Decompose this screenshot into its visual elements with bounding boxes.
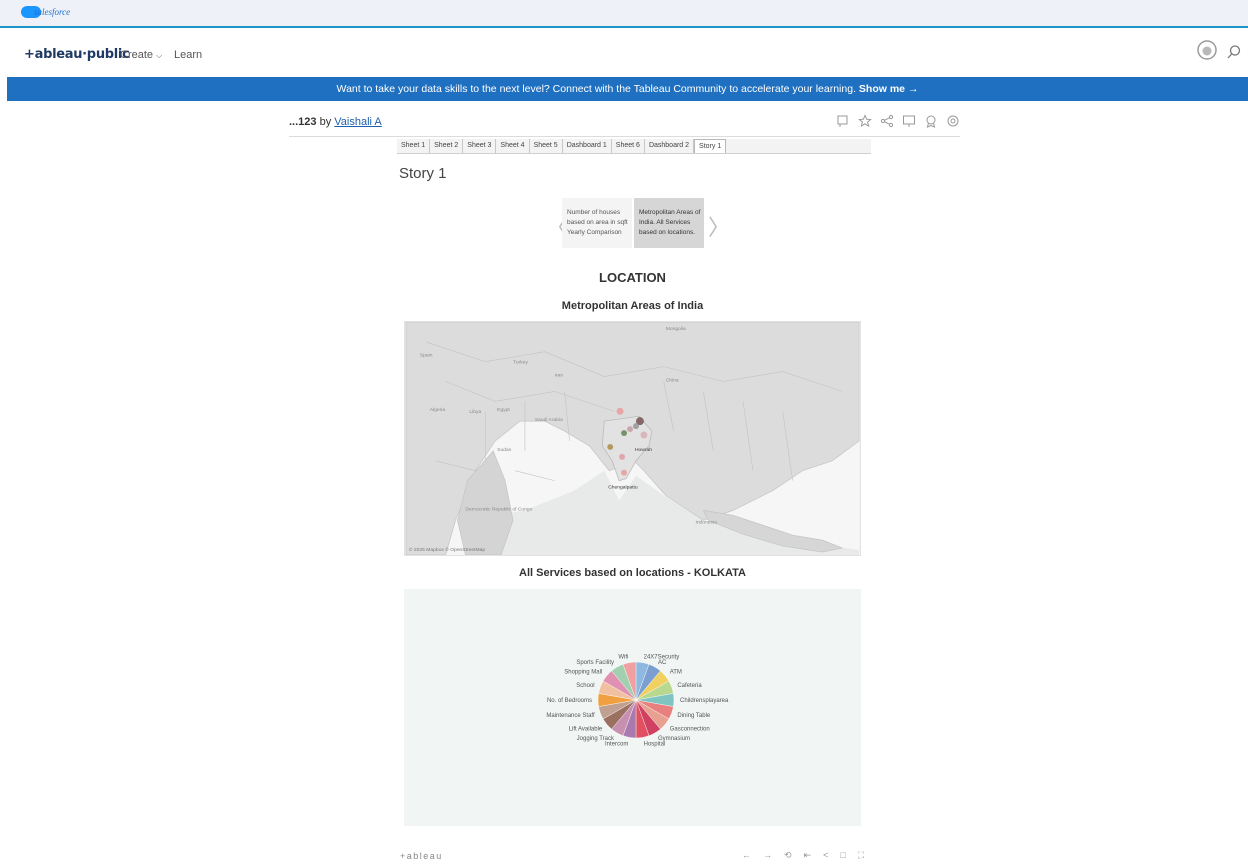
- chevron-right-icon[interactable]: 〉: [708, 210, 730, 242]
- tableau-public-logo[interactable]: +ableau·public: [24, 47, 130, 62]
- tab-sheet-4[interactable]: Sheet 4: [496, 139, 530, 153]
- tab-sheet-5[interactable]: Sheet 5: [530, 139, 563, 153]
- share-icon[interactable]: [880, 114, 894, 128]
- banner-text: Want to take your data skills to the nex…: [336, 83, 856, 95]
- viz-name: ...123: [289, 116, 317, 128]
- tab-sheet-1[interactable]: Sheet 1: [397, 139, 431, 153]
- map-label-sudan: Sudan: [497, 447, 512, 453]
- pie-chart-panel: 24X7Security AC ATM Cafeteria Childrensplaya…: [404, 589, 861, 826]
- tableau-footer-logo[interactable]: +ableau: [400, 851, 443, 861]
- download-icon[interactable]: [902, 114, 916, 128]
- pie-slice-label: Childrensplayarea: [680, 698, 729, 704]
- map-city-howrah: Howrah: [635, 447, 652, 453]
- tab-sheet-2[interactable]: Sheet 2: [430, 139, 464, 153]
- map-city-chengalpattu: Chengalpattu: [608, 485, 638, 491]
- favorite-icon[interactable]: [858, 114, 872, 128]
- map-view[interactable]: Spain Turkey Iran China Algeria Libya Eg…: [404, 321, 861, 556]
- pie-slice-label: Wifi: [618, 655, 628, 661]
- badge-icon[interactable]: [924, 114, 938, 128]
- map-dot[interactable]: [607, 443, 614, 450]
- pie-slice-label: Lift Available: [569, 726, 603, 732]
- share-icon[interactable]: <: [823, 850, 828, 861]
- footer-toolbar: ← → ⟲ ⇤ < □ ⛶: [742, 850, 864, 861]
- map-label-turkey: Turkey: [513, 360, 528, 366]
- fullscreen-icon[interactable]: ⛶: [858, 850, 864, 861]
- salesforce-bar: [0, 0, 1248, 28]
- nav-learn[interactable]: Learn: [174, 49, 202, 61]
- pie-slice-label: Jogging Track: [577, 736, 615, 742]
- map-label-mongolia: Mongolia: [666, 326, 686, 332]
- arrow-right-icon[interactable]: →: [908, 83, 919, 95]
- pie-slice-label: Dining Table: [677, 713, 711, 719]
- section-title: LOCATION: [599, 270, 666, 285]
- nav-create[interactable]: Create ⌵: [120, 49, 162, 61]
- pie-slice-label: AC: [658, 660, 667, 666]
- pie-slice-label: ATM: [670, 670, 682, 676]
- pie-slice-label: Shopping Mall: [564, 670, 602, 676]
- pie-slice-label: Intercom: [605, 741, 628, 747]
- show-me-link[interactable]: Show me: [859, 83, 905, 95]
- map-dot[interactable]: [627, 426, 633, 433]
- comment-icon[interactable]: □: [840, 850, 845, 861]
- nav-create-label: Create: [120, 49, 154, 61]
- map-label-indonesia: Indonesia: [695, 519, 717, 525]
- revert-icon[interactable]: ⟲: [784, 850, 792, 861]
- tab-sheet-6[interactable]: Sheet 6: [612, 139, 645, 153]
- map-dot[interactable]: [621, 430, 628, 437]
- pie-slice-label: Gasconnection: [670, 726, 710, 732]
- map-dot[interactable]: [632, 423, 639, 430]
- pie-slice-label: Maintenance Staff: [546, 713, 595, 719]
- tab-dashboard-1[interactable]: Dashboard 1: [563, 139, 612, 153]
- map-label-egypt: Egypt: [497, 407, 510, 413]
- map-attribution: © 2025 Mapbox © OpenStreetMap: [409, 546, 485, 553]
- pie-chart[interactable]: 24X7SecurityACATMCafeteriaChildrensplaya…: [404, 589, 861, 826]
- map-label-spain: Spain: [420, 353, 433, 359]
- pie-slice-label: School: [576, 683, 594, 689]
- community-banner: Want to take your data skills to the nex…: [7, 77, 1248, 101]
- pie-slice-label: Sports Facility: [576, 660, 614, 666]
- undo-icon[interactable]: ←: [742, 850, 751, 861]
- avatar-icon[interactable]: [1197, 40, 1217, 60]
- reset-icon[interactable]: ⇤: [804, 850, 812, 861]
- map-label-algeria: Algeria: [430, 407, 446, 413]
- map-label-libya: Libya: [469, 409, 481, 415]
- pie-chart-title: All Services based on locations - KOLKAT…: [519, 567, 746, 579]
- pie-slice-label: Hospital: [644, 741, 666, 747]
- map-dot[interactable]: [619, 453, 626, 460]
- title-divider: [289, 136, 960, 137]
- viz-title: ...123 by Vaishali A: [289, 116, 382, 128]
- map-label-drc: Democratic Republic of Congo: [465, 506, 532, 512]
- author-link[interactable]: Vaishali A: [334, 116, 382, 128]
- map-label-iran: Iran: [555, 373, 564, 379]
- tab-dashboard-2[interactable]: Dashboard 2: [645, 139, 695, 153]
- story-title: Story 1: [399, 165, 447, 182]
- map-label-china: China: [666, 377, 679, 383]
- tab-story-1[interactable]: Story 1: [694, 139, 727, 153]
- map-label-saudi-arabia: Saudi Arabia: [535, 417, 563, 423]
- sheet-tabs: Sheet 1 Sheet 2 Sheet 3 Sheet 4 Sheet 5 Dashb…: [397, 139, 871, 154]
- pie-slice-label: No. of Bedrooms: [547, 698, 592, 704]
- map-dot[interactable]: [621, 469, 628, 476]
- story-point-1[interactable]: Number of houses based on area in sqft Y…: [562, 198, 632, 248]
- map-title: Metropolitan Areas of India: [561, 300, 704, 312]
- map-dot[interactable]: [640, 431, 648, 439]
- pie-slice-label: Cafeteria: [677, 683, 702, 689]
- viz-by: by: [319, 116, 332, 128]
- chevron-down-icon: ⌵: [156, 51, 163, 60]
- salesforce-label[interactable]: salesforce: [34, 7, 70, 17]
- comment-icon[interactable]: [836, 114, 850, 128]
- tab-sheet-3[interactable]: Sheet 3: [463, 139, 497, 153]
- search-icon[interactable]: [1226, 44, 1242, 60]
- settings-icon[interactable]: [946, 114, 960, 128]
- redo-icon[interactable]: →: [763, 850, 772, 861]
- story-point-2[interactable]: Metropolitan Areas of India. All Service…: [634, 198, 704, 248]
- map-dot[interactable]: [616, 407, 624, 415]
